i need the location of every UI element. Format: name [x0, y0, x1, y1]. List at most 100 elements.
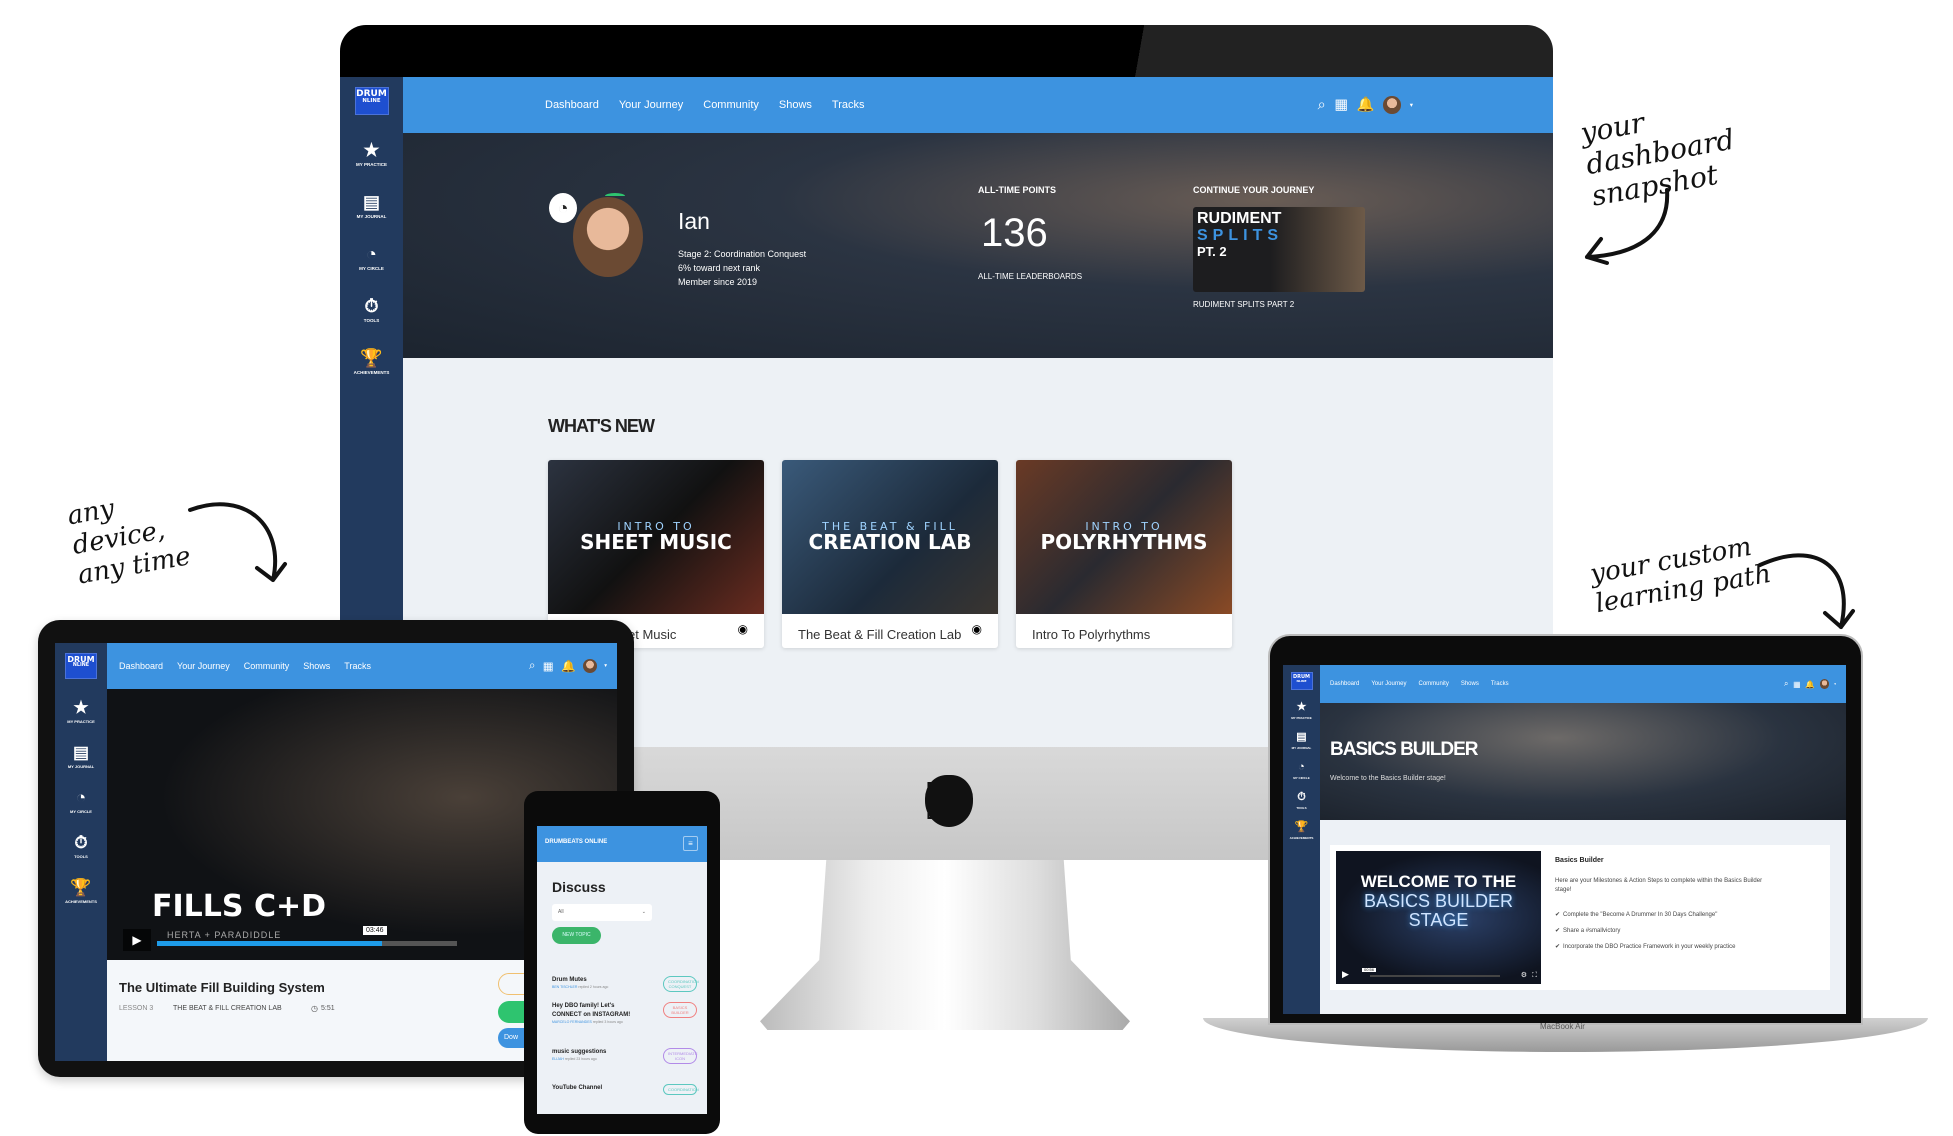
sidebar-item-tools[interactable]: ⏱ TOOLS — [364, 297, 379, 323]
apple-logo-shape — [925, 775, 973, 827]
nav-link-dashboard[interactable]: Dashboard — [545, 99, 599, 111]
logo-text: NLINE — [362, 98, 381, 104]
app-logo[interactable]: DRUM NLINE — [1290, 672, 1313, 690]
sidebar-item-my-practice[interactable]: ★ MY PRACTICE — [356, 141, 387, 167]
calendar-icon[interactable]: ▦ — [1334, 97, 1348, 113]
chevron-down-icon[interactable]: ▾ — [604, 663, 607, 669]
nav-link-dashboard[interactable]: Dashboard — [119, 661, 163, 671]
topic-tag[interactable]: INTERMEDIATE ICON — [663, 1048, 697, 1064]
welcome-video[interactable]: WELCOME TO THE BASICS BUILDER STAGE ▶ 00… — [1336, 851, 1541, 984]
sidebar-item-my-journal[interactable]: ▤ MY JOURNAL — [68, 744, 94, 769]
topic-user[interactable]: ELIJAH — [552, 1057, 564, 1061]
topic-row[interactable]: YouTube Channel COORDINATION — [552, 1084, 699, 1095]
nav-link-community[interactable]: Community — [703, 99, 759, 111]
settings-icon[interactable]: ⚙ — [1521, 972, 1527, 980]
calendar-icon[interactable]: ▦ — [1793, 680, 1800, 689]
app-logo[interactable]: DRUM NLINE — [354, 87, 389, 115]
video-subtitle: HERTA + PARADIDDLE — [167, 930, 282, 940]
topic-row[interactable]: Drum Mutes BEN TISCHLER replied 2 hours a… — [552, 976, 699, 992]
user-avatar[interactable] — [1383, 96, 1401, 114]
sidebar-item-my-practice[interactable]: ★ MY PRACTICE — [67, 699, 94, 724]
nav-link-community[interactable]: Community — [244, 661, 290, 671]
journey-caption[interactable]: RUDIMENT SPLITS PART 2 — [1193, 300, 1294, 309]
sidebar-item-label: MY CIRCLE — [70, 809, 92, 814]
leaderboards-link[interactable]: ALL-TIME LEADERBOARDS — [978, 272, 1082, 281]
topic-filter-select[interactable]: All ⌄ — [552, 904, 652, 921]
nav-link-shows[interactable]: Shows — [1461, 681, 1479, 687]
chevron-down-icon[interactable]: ▾ — [1410, 101, 1413, 109]
play-button[interactable]: ▶ — [1342, 969, 1349, 980]
sidebar-item-my-practice[interactable]: ★ MY PRACTICE — [1291, 702, 1312, 721]
fullscreen-icon[interactable]: ⛶ — [1532, 972, 1537, 980]
sidebar-item-my-journal[interactable]: ▤ MY JOURNAL — [357, 193, 387, 219]
sidebar-item-label: MY JOURNAL — [1291, 746, 1312, 750]
eye-icon[interactable]: ◉ — [972, 622, 982, 636]
course-card[interactable]: THE BEAT & FILL CREATION LAB The Beat & Fi… — [782, 460, 998, 648]
nav-link-tracks[interactable]: Tracks — [344, 661, 371, 671]
bell-icon[interactable]: 🔔 — [1357, 97, 1375, 113]
arrow-icon — [1585, 188, 1670, 265]
user-progress: 6% toward next rank — [678, 263, 761, 273]
nav-link-your-journey[interactable]: Your Journey — [1371, 681, 1406, 687]
nav-link-shows[interactable]: Shows — [779, 99, 812, 111]
topic-row[interactable]: music suggestions ELIJAH replied 23 hours… — [552, 1048, 697, 1064]
nav-link-community[interactable]: Community — [1419, 681, 1449, 687]
sidebar-item-tools[interactable]: ⏱ TOOLS — [74, 834, 88, 859]
video-progress-track[interactable] — [1370, 975, 1500, 977]
sidebar-item-my-circle[interactable]: ◔ MY CIRCLE — [70, 789, 92, 814]
nav-link-dashboard[interactable]: Dashboard — [1330, 681, 1359, 687]
bell-icon[interactable]: 🔔 — [561, 659, 576, 673]
nav-link-tracks[interactable]: Tracks — [832, 99, 865, 111]
topic-meta: MARCELO FERNANDES replied 3 hours ago — [552, 1020, 697, 1024]
user-avatar[interactable] — [1819, 679, 1830, 689]
sidebar-item-achievements[interactable]: 🏆 ACHIEVEMENTS — [65, 879, 97, 904]
sidebar-item-achievements[interactable]: 🏆 ACHIEVEMENTS — [1289, 822, 1314, 841]
journey-thumbnail[interactable]: RUDIMENT SPLITS PT. 2 — [1193, 207, 1365, 292]
phone-brand[interactable]: DRUMBEATS ONLINE — [545, 839, 607, 845]
chevron-down-icon[interactable]: ▾ — [1834, 682, 1836, 686]
sidebar-item-my-journal[interactable]: ▤ MY JOURNAL — [1291, 732, 1312, 751]
sidebar-item-tools[interactable]: ⏱ TOOLS — [1296, 792, 1306, 811]
sidebar-item-my-circle[interactable]: ◔ MY CIRCLE — [1293, 762, 1309, 781]
video-progress-track[interactable] — [157, 941, 457, 946]
lesson-course[interactable]: THE BEAT & FILL CREATION LAB — [173, 1005, 282, 1012]
course-card[interactable]: INTRO TOPOLYRHYTHMS Intro To Polyrhythms5… — [1016, 460, 1232, 648]
sidebar-item-my-circle[interactable]: ◔ MY CIRCLE — [359, 245, 384, 271]
stopwatch-icon: ⏱ — [364, 296, 379, 316]
nav-link-tracks[interactable]: Tracks — [1491, 681, 1509, 687]
topic-row[interactable]: Hey DBO family! Let's CONNECT on INSTAGR… — [552, 1002, 697, 1024]
topic-title[interactable]: YouTube Channel — [552, 1084, 637, 1093]
topic-user[interactable]: MARCELO FERNANDES — [552, 1020, 592, 1024]
topic-tag[interactable]: COORDINATION — [663, 1084, 699, 1095]
nav-link-your-journey[interactable]: Your Journey — [619, 99, 683, 111]
menu-icon[interactable]: ≡ — [683, 836, 698, 851]
sidebar-item-label: TOOLS — [74, 854, 88, 859]
search-icon[interactable]: ⌕ — [529, 659, 536, 673]
eye-icon[interactable]: ◉ — [738, 622, 748, 636]
sidebar-item-achievements[interactable]: 🏆 ACHIEVEMENTS — [354, 349, 390, 375]
sidebar-item-label: TOOLS — [363, 318, 380, 323]
user-avatar[interactable] — [582, 658, 598, 674]
topic-title[interactable]: Drum Mutes — [552, 976, 637, 985]
nav-link-shows[interactable]: Shows — [303, 661, 330, 671]
topic-tag[interactable]: COORDINATION CONQUEST — [663, 976, 699, 992]
topic-title[interactable]: music suggestions — [552, 1048, 637, 1057]
topic-user[interactable]: BEN TISCHLER — [552, 985, 577, 989]
nav-tools: ⌕ ▦ 🔔 ▾ — [1784, 679, 1836, 689]
sidebar-item-label: MY PRACTICE — [67, 719, 95, 724]
calendar-icon[interactable]: ▦ — [543, 659, 554, 673]
search-icon[interactable]: ⌕ — [1318, 97, 1326, 113]
video-line: STAGE — [1408, 910, 1469, 931]
topic-tag[interactable]: BASICS BUILDER — [663, 1002, 697, 1018]
bell-icon[interactable]: 🔔 — [1805, 680, 1815, 689]
topic-title[interactable]: Hey DBO family! Let's CONNECT on INSTAGR… — [552, 1002, 637, 1020]
user-avatar[interactable] — [573, 197, 643, 277]
app-logo[interactable]: DRUM NLINE — [65, 653, 97, 679]
arrow-icon — [188, 502, 287, 582]
star-icon: ★ — [73, 698, 89, 717]
play-button[interactable]: ▶ — [123, 929, 151, 951]
search-icon[interactable]: ⌕ — [1784, 679, 1788, 689]
sidebar-item-label: ACHIEVEMENTS — [1289, 836, 1314, 840]
nav-link-your-journey[interactable]: Your Journey — [177, 661, 230, 671]
new-topic-button[interactable]: NEW TOPIC — [552, 927, 601, 944]
